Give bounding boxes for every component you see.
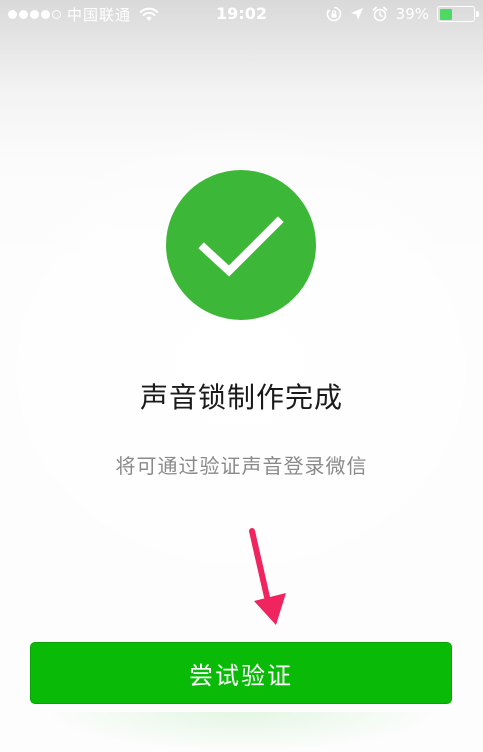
status-bar-left: 中国联通: [8, 0, 159, 28]
battery-icon: [437, 6, 479, 22]
signal-dot: [52, 9, 61, 19]
result-subtitle: 将可通过验证声音登录微信: [115, 454, 368, 478]
carrier-name: 中国联通: [67, 5, 132, 24]
signal-dot: [19, 9, 28, 19]
location-arrow-icon: [350, 7, 364, 21]
rotation-lock-icon: [326, 6, 342, 22]
status-bar-right: 39%: [326, 0, 479, 28]
checkmark-icon: [198, 216, 284, 277]
battery-level-fill: [439, 8, 452, 20]
signal-dot: [41, 9, 50, 19]
arrow-down-icon: [240, 525, 290, 634]
button-glow: [40, 712, 443, 752]
screen: 中国联通 19:02 39% 声音锁制作完成 将可通过验证声音登录微信 尝试验证: [0, 0, 483, 752]
wifi-icon: [139, 7, 159, 22]
result-title: 声音锁制作完成: [139, 381, 343, 414]
signal-dot: [8, 9, 17, 19]
signal-strength-icon: [8, 9, 61, 19]
status-bar: 中国联通 19:02 39%: [0, 0, 483, 28]
try-verify-button[interactable]: 尝试验证: [30, 642, 452, 704]
signal-dot: [30, 9, 39, 19]
battery-percent: 39%: [395, 5, 429, 23]
success-check-circle: [166, 170, 316, 320]
alarm-clock-icon: [372, 6, 388, 22]
